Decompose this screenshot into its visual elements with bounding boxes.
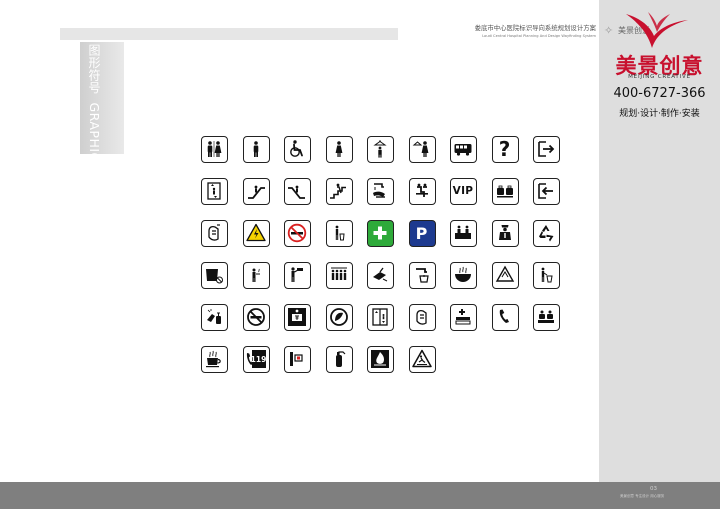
information-icon: ? — [491, 136, 519, 163]
project-title: 娄底市中心医院标识导向系统规划设计方案 Loudi Central Hospit… — [398, 24, 596, 39]
queue-icon — [325, 262, 353, 289]
elevator-icon — [201, 178, 228, 205]
cashier-icon — [284, 304, 311, 331]
parking-label: P — [415, 223, 428, 243]
waiting-area-icon — [408, 178, 436, 205]
no-smoking-icon — [284, 220, 311, 247]
hand-disinfection-icon — [201, 304, 228, 331]
brand-logo-icon — [626, 12, 688, 48]
high-voltage-warning-icon — [242, 220, 270, 247]
drinking-water-icon — [408, 262, 436, 289]
trash-can-icon — [533, 262, 560, 289]
page-number: 03 — [650, 486, 657, 492]
side-label-cn: 图形符号 — [87, 44, 101, 94]
project-title-cn: 娄底市中心医院标识导向系统规划设计方案 — [474, 24, 596, 32]
slippery-warning-icon — [408, 346, 436, 373]
phone-number: 400-6727-366 — [613, 86, 706, 101]
telephone-icon — [491, 304, 519, 331]
fire-alarm-119-icon: 119 — [242, 346, 270, 373]
fire-extinguisher-icon — [325, 346, 353, 373]
project-title-en: Loudi Central Hospital Planning And Desi… — [482, 34, 596, 38]
mens-changing-icon — [367, 136, 394, 163]
side-label-en: GRAPHIC SYMBOL — [87, 102, 102, 221]
hand-sanitizer-icon — [408, 304, 436, 331]
entrance-icon — [533, 178, 560, 205]
cleaning-icon — [367, 262, 394, 289]
recycle-triangle-icon — [491, 262, 519, 289]
footer-note: 美景创意 专注设计 用心服务 — [620, 494, 665, 498]
information-label: ? — [498, 137, 511, 161]
fire-alarm-119-label: 119 — [251, 350, 266, 368]
accessible-icon — [284, 136, 311, 163]
coffee-icon — [201, 346, 228, 373]
hand-hygiene-icon — [201, 220, 228, 247]
fire-hose-icon — [284, 346, 311, 373]
services-list: 规划·设计·制作·安装 — [619, 109, 700, 119]
exit-icon — [533, 136, 560, 163]
no-pets-icon — [201, 262, 228, 289]
escalator-up-icon — [242, 178, 270, 205]
escalator-down-icon — [284, 178, 311, 205]
side-label: 图形符号 GRAPHIC SYMBOL — [86, 44, 103, 221]
mens-room-icon — [242, 136, 270, 163]
header-bar — [60, 28, 398, 40]
luggage-icon — [491, 178, 519, 205]
police-icon — [491, 220, 519, 247]
no-smoking-round-icon — [242, 304, 270, 331]
lecture-icon — [284, 262, 311, 289]
recycling-icon — [533, 220, 560, 247]
hand-wash-icon — [367, 178, 394, 205]
parking-icon: P — [408, 220, 436, 247]
waiting-room-icon — [533, 304, 560, 331]
womens-room-icon — [325, 136, 353, 163]
womens-changing-icon — [408, 136, 436, 163]
mini-logo-mark-icon: ✧ — [604, 24, 614, 37]
no-entry-icon — [325, 304, 353, 331]
reception-desk-icon — [450, 220, 477, 247]
fire-hazard-icon — [367, 346, 394, 373]
restrooms-icon — [201, 136, 228, 163]
bus-icon — [450, 136, 477, 163]
litter-bin-icon — [325, 220, 353, 247]
vip-label: VIP — [452, 185, 474, 197]
brand-name-en: MEIJING CREATIVE — [628, 74, 691, 80]
footer-bar — [0, 482, 720, 509]
stairs-icon — [325, 178, 353, 205]
first-aid-icon — [367, 220, 394, 247]
vip-icon: VIP — [450, 178, 477, 205]
canteen-icon — [450, 262, 477, 289]
lift-interior-icon — [367, 304, 394, 331]
pharmacy-icon — [450, 304, 477, 331]
smoking-area-icon — [242, 262, 270, 289]
